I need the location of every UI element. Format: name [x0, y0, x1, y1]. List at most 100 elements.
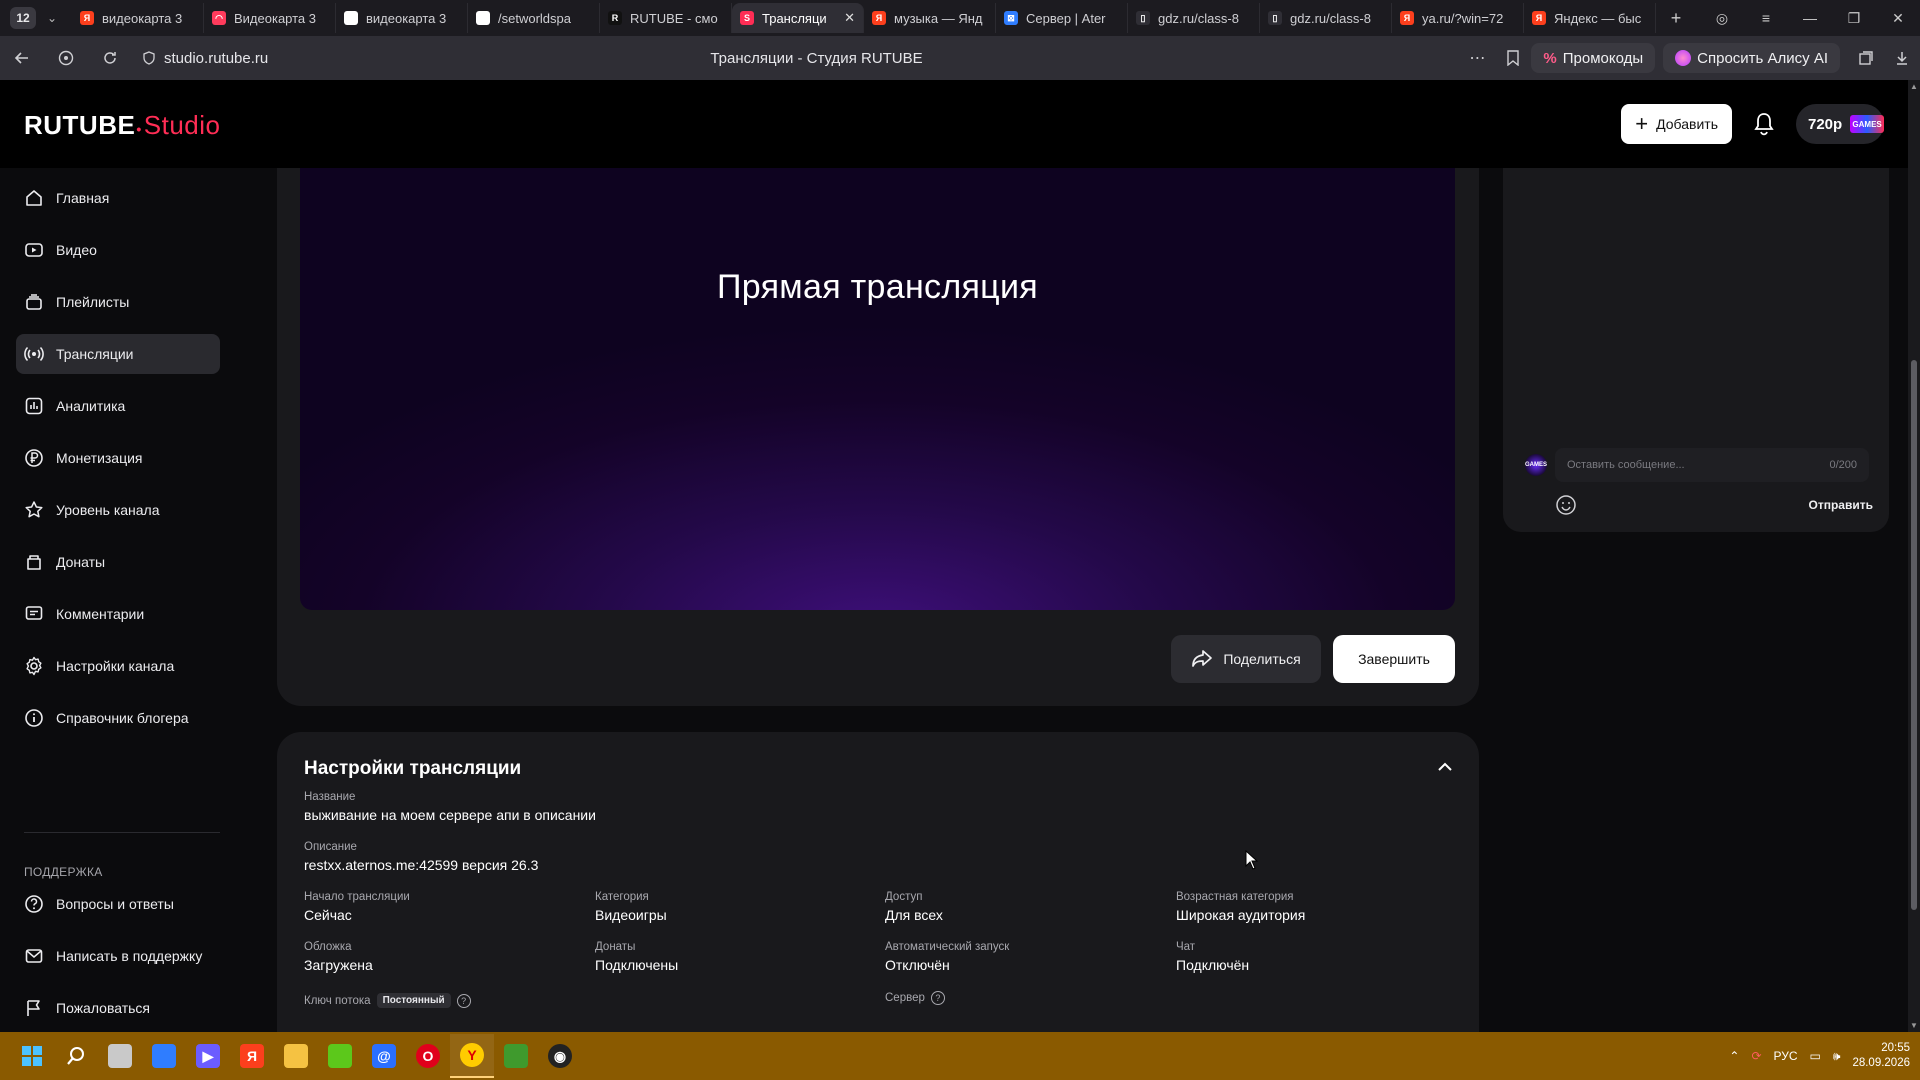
- clock[interactable]: 20:55 28.09.2026: [1852, 1041, 1910, 1071]
- bell-icon[interactable]: [1750, 110, 1778, 138]
- tab-strip: Явидеокарта 3 ◠ Видеокарта 3 ▲ видеокарта 3 ◉…: [72, 0, 1656, 36]
- scrollbar-thumb[interactable]: [1911, 360, 1917, 910]
- browser-tab[interactable]: ◉ /setworldspa: [468, 3, 600, 33]
- mail-icon: [25, 949, 43, 963]
- file-explorer-icon[interactable]: [274, 1034, 318, 1078]
- finish-stream-button[interactable]: Завершить: [1333, 635, 1455, 683]
- chat-message-input[interactable]: Оставить сообщение... 0/200: [1555, 448, 1869, 482]
- sidebar-item-label: Справочник блогера: [56, 710, 189, 726]
- language-indicator[interactable]: РУС: [1774, 1049, 1798, 1063]
- percent-icon: %: [1543, 49, 1557, 67]
- sidebar-item-comment[interactable]: Комментарии: [16, 594, 220, 634]
- bookmark-icon[interactable]: [1495, 50, 1531, 66]
- sidebar-item-star[interactable]: Уровень канала: [16, 490, 220, 530]
- extensions-icon[interactable]: ◎: [1700, 10, 1744, 27]
- tab-label: gdz.ru/class-8: [1158, 10, 1239, 26]
- sidebar-item-analytics[interactable]: Аналитика: [16, 386, 220, 426]
- alice-button[interactable]: Спросить Алису AI: [1663, 43, 1840, 73]
- browser-tab[interactable]: Я Яндекс — быс: [1524, 3, 1656, 33]
- sidebar-item-donate[interactable]: Донаты: [16, 542, 220, 582]
- sidebar-item-playlist[interactable]: Плейлисты: [16, 282, 220, 322]
- video-player[interactable]: Прямая трансляция: [300, 168, 1455, 610]
- sidebar-item-video[interactable]: Видео: [16, 230, 220, 270]
- browser-tab[interactable]: Явидеокарта 3: [72, 3, 204, 33]
- browser-tab[interactable]: ◠ Видеокарта 3: [204, 3, 336, 33]
- browser-tab[interactable]: Ямузыка — Янд: [864, 3, 996, 33]
- network-icon[interactable]: ▭: [1810, 1049, 1821, 1063]
- obs-icon[interactable]: ◉: [538, 1034, 582, 1078]
- share-button[interactable]: Поделиться: [1171, 635, 1321, 683]
- scroll-down-icon[interactable]: ▼: [1910, 1021, 1918, 1030]
- field-stream-key: Ключ потока Постоянный ?: [304, 993, 471, 1008]
- browser-tab[interactable]: R RUTUBE - смо: [600, 3, 732, 33]
- windows-start-icon[interactable]: [10, 1034, 54, 1078]
- sidebar-item-gear[interactable]: Настройки канала: [16, 646, 220, 686]
- yandex-browser-icon[interactable]: Y: [450, 1034, 494, 1078]
- new-tab-button[interactable]: +: [1664, 6, 1688, 30]
- sidebar-item-home[interactable]: Главная: [16, 178, 220, 218]
- sidebar-item-ruble[interactable]: Монетизация: [16, 438, 220, 478]
- sync-icon[interactable]: ⟳: [1751, 1049, 1761, 1063]
- chat-placeholder: Оставить сообщение...: [1567, 459, 1685, 471]
- player-title: Прямая трансляция: [717, 268, 1038, 306]
- chevron-down-icon[interactable]: ⌄: [40, 7, 64, 29]
- field-value: Сейчас: [304, 907, 352, 923]
- close-tab-icon[interactable]: ✕: [844, 10, 855, 26]
- green-app-icon[interactable]: [318, 1034, 362, 1078]
- menu-icon[interactable]: ≡: [1744, 10, 1788, 26]
- tab-label: Видеокарта 3: [234, 10, 317, 26]
- widgets-icon[interactable]: [142, 1034, 186, 1078]
- page-scrollbar[interactable]: ▲ ▼: [1908, 80, 1920, 1032]
- meet-icon[interactable]: ▶: [186, 1034, 230, 1078]
- sidebar-item-label: Уровень канала: [56, 502, 160, 518]
- tab-count-button[interactable]: 12: [10, 7, 36, 29]
- sidebar-item-mail[interactable]: Написать в поддержку: [16, 936, 220, 976]
- browser-tab[interactable]: ▲ видеокарта 3: [336, 3, 468, 33]
- add-button[interactable]: + Добавить: [1621, 104, 1732, 144]
- browser-tab[interactable]: ⊠ Сервер | Ater: [996, 3, 1128, 33]
- browser-tab[interactable]: Яya.ru/?win=72: [1392, 3, 1524, 33]
- volume-icon[interactable]: 🕪: [1833, 1049, 1841, 1064]
- yandex-icon[interactable]: Я: [230, 1034, 274, 1078]
- browser-tab[interactable]: ▯ gdz.ru/class-8: [1128, 3, 1260, 33]
- chevron-up-icon[interactable]: [1437, 762, 1453, 772]
- more-icon[interactable]: ⋯: [1459, 48, 1495, 68]
- search-icon[interactable]: [54, 1034, 98, 1078]
- sidebar-item-info[interactable]: Справочник блогера: [16, 698, 220, 738]
- star-icon: [25, 501, 43, 518]
- sidebar-item-question[interactable]: Вопросы и ответы: [16, 884, 220, 924]
- opera-icon[interactable]: O: [406, 1034, 450, 1078]
- close-window-button[interactable]: ✕: [1876, 10, 1920, 27]
- scroll-up-icon[interactable]: ▲: [1910, 82, 1918, 91]
- sidebar-item-flag[interactable]: Пожаловаться: [16, 988, 220, 1028]
- mail-app-icon[interactable]: @: [362, 1034, 406, 1078]
- chevron-up-icon[interactable]: ⌃: [1729, 1049, 1739, 1063]
- rutube-studio-logo[interactable]: RUTUBE • Studio: [24, 110, 220, 141]
- task-view-icon[interactable]: [98, 1034, 142, 1078]
- account-menu[interactable]: 720p GAMES: [1796, 104, 1884, 144]
- settings-field: Чат Подключён: [1176, 941, 1249, 973]
- download-icon[interactable]: [1884, 50, 1920, 66]
- help-icon[interactable]: ?: [930, 991, 945, 1005]
- sidebar-item-label: Пожаловаться: [56, 1000, 151, 1016]
- field-value: Загружена: [304, 957, 373, 973]
- minimize-button[interactable]: —: [1788, 10, 1832, 26]
- support-heading: ПОДДЕРЖКА: [24, 865, 103, 879]
- sidebar-item-broadcast[interactable]: Трансляции: [16, 334, 220, 374]
- tab-favicon-icon: Я: [80, 11, 94, 25]
- minecraft-icon[interactable]: [494, 1034, 538, 1078]
- promo-button[interactable]: % Промокоды: [1531, 43, 1656, 73]
- field-description: Описание restxx.aternos.me:42599 версия …: [304, 841, 539, 873]
- chat-send-button[interactable]: Отправить: [1809, 498, 1873, 512]
- browser-tab[interactable]: ▯ gdz.ru/class-8: [1260, 3, 1392, 33]
- browser-tab[interactable]: S Трансляци ✕: [732, 3, 864, 33]
- tab-label: gdz.ru/class-8: [1290, 10, 1371, 26]
- collections-icon[interactable]: [1848, 50, 1884, 66]
- help-icon[interactable]: ?: [456, 993, 471, 1008]
- settings-field: Категория Видеоигры: [595, 891, 667, 923]
- tab-label: видеокарта 3: [366, 10, 447, 26]
- playlist-icon: [26, 294, 42, 310]
- restore-button[interactable]: ❐: [1832, 10, 1876, 27]
- tab-label: видеокарта 3: [102, 10, 183, 26]
- emoji-icon[interactable]: [1555, 494, 1577, 516]
